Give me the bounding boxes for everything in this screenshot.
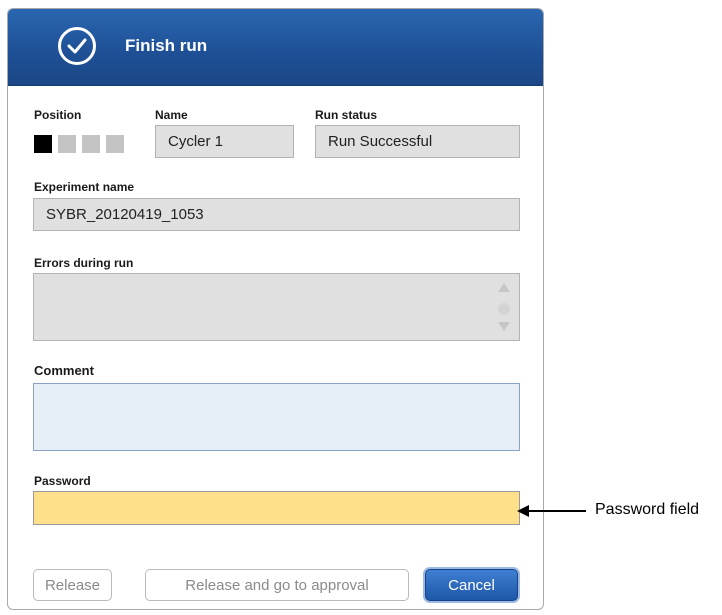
errors-during-run-field <box>33 273 520 341</box>
password-field[interactable] <box>33 491 520 525</box>
position-slot-2 <box>58 135 76 153</box>
comment-label: Comment <box>34 363 94 378</box>
scroll-thumb[interactable] <box>498 303 510 315</box>
check-circle-icon <box>58 27 96 65</box>
dialog-title: Finish run <box>125 36 208 55</box>
position-slot-1 <box>34 135 52 153</box>
scroll-down-arrow-icon[interactable] <box>498 322 510 331</box>
position-indicator <box>34 135 124 153</box>
errors-scrollbar[interactable] <box>497 274 511 340</box>
name-field: Cycler 1 <box>155 125 294 158</box>
run-status-field: Run Successful <box>315 125 520 158</box>
finish-run-dialog: Finish run Position Name Cycler 1 Run st… <box>7 8 544 610</box>
scroll-up-arrow-icon[interactable] <box>498 283 510 292</box>
password-field-callout: Password field <box>595 501 700 518</box>
run-status-label: Run status <box>315 108 378 122</box>
experiment-name-field: SYBR_20120419_1053 <box>33 198 520 231</box>
comment-field[interactable] <box>33 383 520 451</box>
position-slot-4 <box>106 135 124 153</box>
callout-line <box>526 510 586 512</box>
dialog-titlebar: Finish run <box>8 9 543 86</box>
release-button[interactable]: Release <box>33 569 112 601</box>
experiment-name-label: Experiment name <box>34 180 135 194</box>
password-label: Password <box>34 474 91 488</box>
errors-during-run-label: Errors during run <box>34 256 134 270</box>
name-label: Name <box>155 108 188 122</box>
release-and-approval-button[interactable]: Release and go to approval <box>145 569 409 601</box>
cancel-button[interactable]: Cancel <box>425 569 518 601</box>
position-slot-3 <box>82 135 100 153</box>
position-label: Position <box>34 108 82 122</box>
